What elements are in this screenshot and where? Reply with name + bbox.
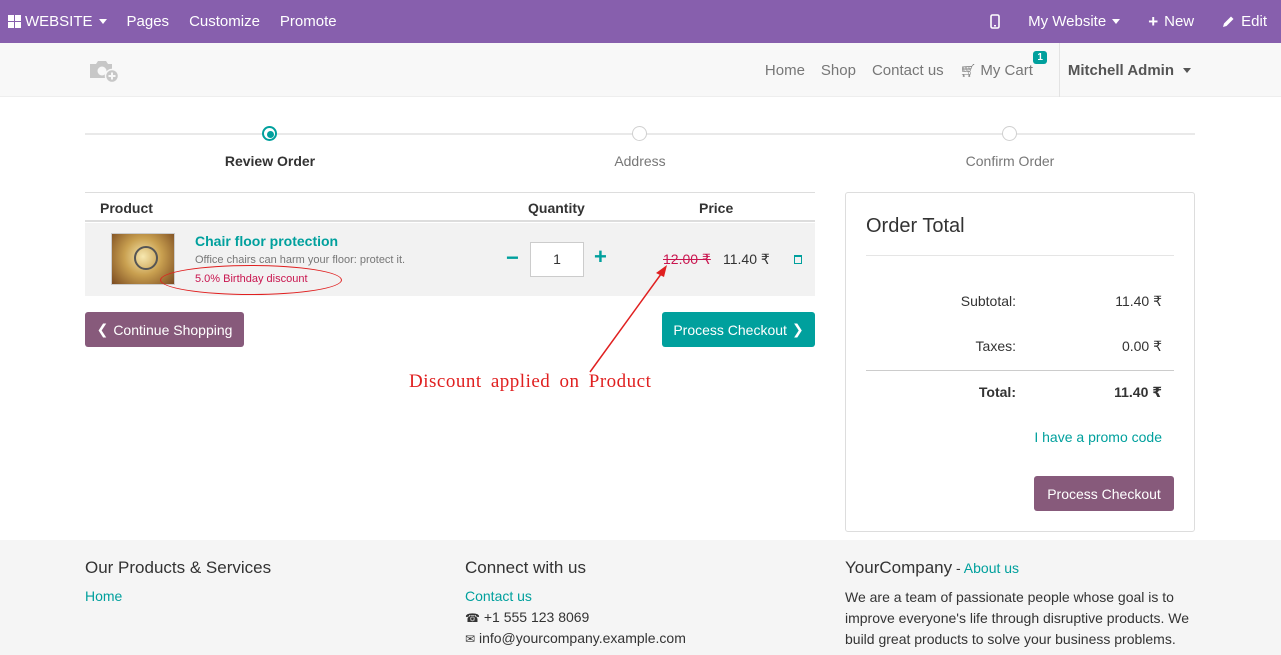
order-total-title: Order Total [866, 215, 965, 237]
taxes-label: Taxes: [975, 338, 1016, 354]
subtotal-value: 11.40 ₹ [1115, 293, 1162, 309]
pencil-icon [1223, 16, 1234, 27]
divider [866, 370, 1174, 371]
company-separator: - [952, 560, 964, 576]
header-price: Price [699, 200, 734, 216]
email-address[interactable]: info@yourcompany.example.com [479, 630, 686, 646]
customize-menu[interactable]: Customize [189, 0, 260, 43]
my-website-label: My Website [1028, 13, 1107, 30]
promote-menu[interactable]: Promote [280, 0, 337, 43]
taxes-value: 0.00 ₹ [1121, 338, 1162, 354]
cart-label: My Cart [980, 61, 1033, 79]
step-dot-address [632, 126, 647, 141]
company-name: YourCompany [845, 558, 953, 577]
continue-shopping-button[interactable]: ❮ Continue Shopping [85, 312, 244, 347]
continue-shopping-label: Continue Shopping [113, 321, 233, 338]
edit-button[interactable]: Edit [1222, 0, 1267, 43]
total-value: 11.40 ₹ [1114, 384, 1162, 400]
nav-my-cart[interactable]: 🛒︎ My Cart 1 [959, 50, 1047, 79]
my-website-menu[interactable]: My Website [1028, 0, 1121, 43]
footer-products-title: Our Products & Services [85, 558, 272, 577]
mobile-icon [990, 14, 1000, 29]
step-address: Address [614, 153, 666, 169]
caret-down-icon [1183, 67, 1191, 73]
divider [866, 255, 1174, 256]
quantity-decrease-button[interactable]: − [506, 245, 519, 271]
plus-icon: + [1148, 11, 1159, 31]
edit-label: Edit [1241, 13, 1267, 30]
envelope-icon: ✉︎ [465, 632, 476, 646]
nav-contact[interactable]: Contact us [872, 62, 944, 79]
discounted-price: 11.40 ₹ [723, 251, 770, 267]
quantity-input[interactable]: 1 [530, 242, 584, 277]
step-confirm-order: Confirm Order [965, 153, 1055, 169]
process-checkout-button-secondary[interactable]: Process Checkout [1034, 476, 1174, 511]
subtotal-label: Subtotal: [960, 293, 1016, 309]
website-menu-label: WEBSITE [25, 13, 93, 30]
new-button[interactable]: + New [1148, 0, 1194, 43]
promo-code-link[interactable]: I have a promo code [1034, 429, 1162, 445]
total-label: Total: [978, 384, 1016, 400]
nav-shop[interactable]: Shop [821, 62, 856, 79]
footer-phone: ☎︎ +1 555 123 8069 [465, 609, 589, 625]
apps-grid-icon [8, 15, 21, 28]
site-navbar: Home Shop Contact us 🛒︎ My Cart 1 Mitche… [0, 43, 1281, 97]
step-review-order: Review Order [224, 153, 316, 169]
user-menu[interactable]: Mitchell Admin [1058, 43, 1191, 97]
footer-company-title: YourCompany - About us [845, 558, 1019, 578]
company-logo[interactable] [88, 58, 120, 87]
pages-menu[interactable]: Pages [127, 0, 170, 43]
cart-icon: 🛒︎ [959, 62, 977, 78]
mobile-preview-button[interactable] [990, 0, 1000, 43]
product-name[interactable]: Chair floor protection [195, 233, 338, 249]
step-dot-confirm [1002, 126, 1017, 141]
annotation-text: Discount applied on Product [409, 371, 652, 392]
footer-contact-link[interactable]: Contact us [465, 588, 532, 604]
phone-icon: ☎︎ [465, 611, 480, 625]
footer-connect-title: Connect with us [465, 558, 586, 577]
cart-table-header: Product Quantity Price [85, 192, 815, 222]
footer-about-text: We are a team of passionate people whose… [845, 589, 1190, 647]
trash-icon[interactable] [794, 255, 802, 264]
phone-number: +1 555 123 8069 [483, 609, 590, 625]
product-description: Office chairs can harm your floor: prote… [195, 254, 406, 266]
process-checkout-label: Process Checkout [673, 321, 787, 338]
step-dot-review [262, 126, 277, 141]
footer-home-link[interactable]: Home [85, 588, 122, 604]
cart-line-item: Chair floor protection Office chairs can… [85, 223, 815, 296]
caret-down-icon [1112, 19, 1121, 24]
annotation-ellipse [160, 265, 342, 295]
nav-home[interactable]: Home [765, 62, 805, 79]
chevron-left-icon: ❮ [96, 321, 109, 337]
admin-topbar: WEBSITE Pages Customize Promote My Websi… [0, 0, 1281, 43]
order-total-panel: Order Total Subtotal: 11.40 ₹ Taxes: 0.0… [845, 192, 1195, 532]
caret-down-icon [98, 19, 107, 24]
footer: Our Products & Services Home Connect wit… [0, 540, 1281, 655]
chevron-right-icon: ❯ [791, 321, 804, 337]
user-name: Mitchell Admin [1067, 61, 1174, 79]
header-product: Product [100, 200, 153, 216]
camera-add-icon [90, 61, 120, 84]
new-label: New [1164, 13, 1195, 30]
process-checkout-button[interactable]: Process Checkout ❯ [662, 312, 815, 347]
footer-email: ✉︎ info@yourcompany.example.com [465, 630, 686, 646]
about-us-link[interactable]: About us [964, 560, 1019, 576]
website-menu[interactable]: WEBSITE [8, 0, 107, 43]
header-quantity: Quantity [528, 200, 585, 216]
annotation-arrow-icon [589, 265, 667, 373]
cart-count-badge: 1 [1033, 50, 1047, 64]
